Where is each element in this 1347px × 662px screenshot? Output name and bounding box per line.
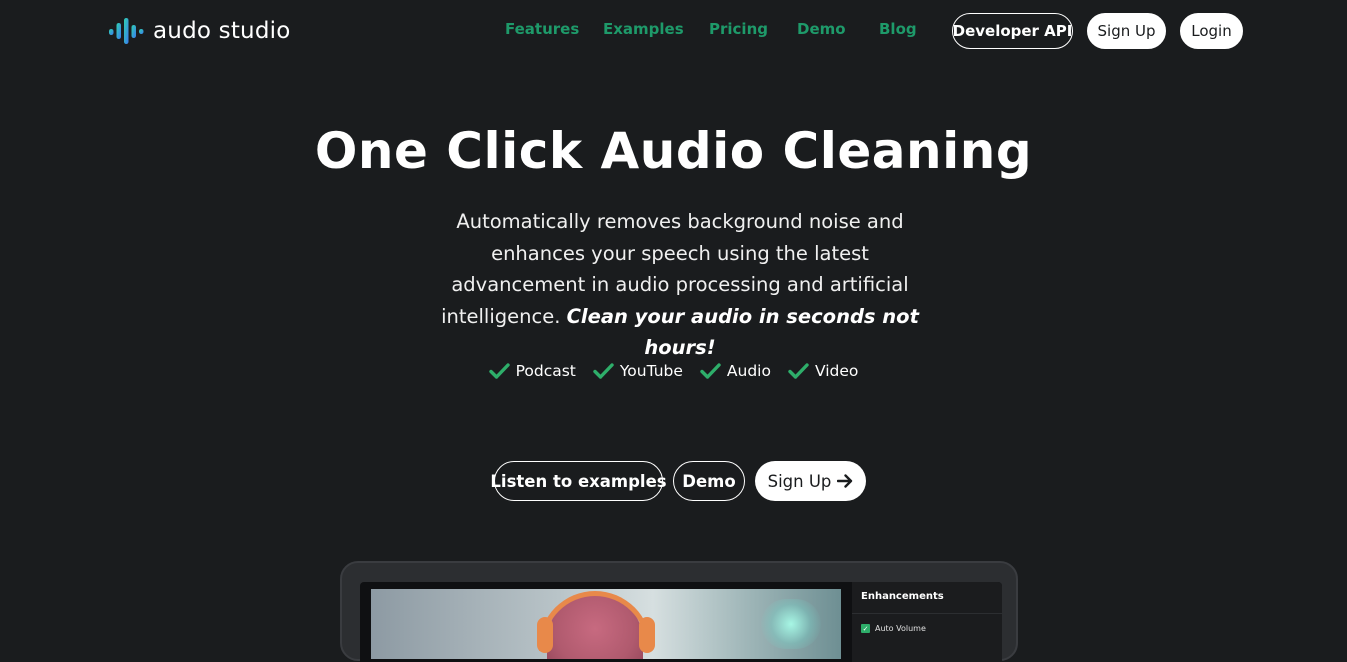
demo-button[interactable]: Demo — [673, 461, 745, 501]
checkbox-checked-icon[interactable]: ✓ — [861, 624, 870, 633]
logo[interactable]: audo studio — [108, 14, 291, 48]
nav-link-examples[interactable]: Examples — [603, 20, 684, 38]
headphone-cup-right — [639, 617, 655, 653]
headphone-cup-left — [537, 617, 553, 653]
use-case-video: Video — [788, 362, 858, 380]
hero-description-emphasis: Clean your audio in seconds not hours! — [566, 304, 919, 360]
enhancements-panel: Enhancements ✓ Auto Volume — [852, 582, 1002, 662]
nav-link-features[interactable]: Features — [505, 20, 579, 38]
app-screen: Enhancements ✓ Auto Volume — [360, 582, 1002, 662]
use-case-audio: Audio — [700, 362, 771, 380]
check-icon — [488, 363, 510, 379]
use-case-list: Podcast YouTube Audio Video — [0, 362, 1347, 380]
hero-title: One Click Audio Cleaning — [314, 122, 1033, 180]
audo-logo-icon — [109, 18, 144, 44]
developer-api-button[interactable]: Developer API — [952, 13, 1073, 49]
product-preview-device: Enhancements ✓ Auto Volume — [340, 561, 1018, 662]
enhancements-title: Enhancements — [861, 591, 944, 602]
login-button[interactable]: Login — [1180, 13, 1243, 49]
use-case-label: Audio — [726, 362, 771, 380]
auto-volume-option[interactable]: ✓ Auto Volume — [861, 624, 926, 633]
sign-up-cta-label: Sign Up — [767, 471, 832, 491]
app-logo-glow — [761, 599, 821, 649]
use-case-label: Podcast — [515, 362, 576, 380]
hero-description: Automatically removes background noise a… — [424, 206, 936, 364]
nav-link-pricing[interactable]: Pricing — [709, 20, 768, 38]
video-preview — [371, 589, 841, 659]
use-case-label: YouTube — [619, 362, 683, 380]
check-icon — [788, 363, 809, 379]
check-icon — [593, 363, 614, 379]
sign-up-nav-button[interactable]: Sign Up — [1087, 13, 1166, 49]
arrow-right-icon — [837, 474, 853, 488]
headphones-icon — [539, 591, 651, 651]
check-icon — [700, 363, 721, 379]
brand-name: audo studio — [153, 18, 291, 44]
nav-link-blog[interactable]: Blog — [879, 20, 917, 38]
panel-divider — [852, 613, 1002, 614]
site-header: audo studio Features Examples Pricing De… — [0, 0, 1347, 64]
use-case-label: Video — [814, 362, 859, 380]
listen-to-examples-button[interactable]: Listen to examples — [490, 461, 667, 501]
sign-up-cta-button[interactable]: Sign Up — [755, 461, 866, 501]
nav-link-demo[interactable]: Demo — [797, 20, 846, 38]
use-case-podcast: Podcast — [488, 362, 576, 380]
use-case-youtube: YouTube — [593, 362, 683, 380]
auto-volume-label: Auto Volume — [875, 624, 926, 633]
